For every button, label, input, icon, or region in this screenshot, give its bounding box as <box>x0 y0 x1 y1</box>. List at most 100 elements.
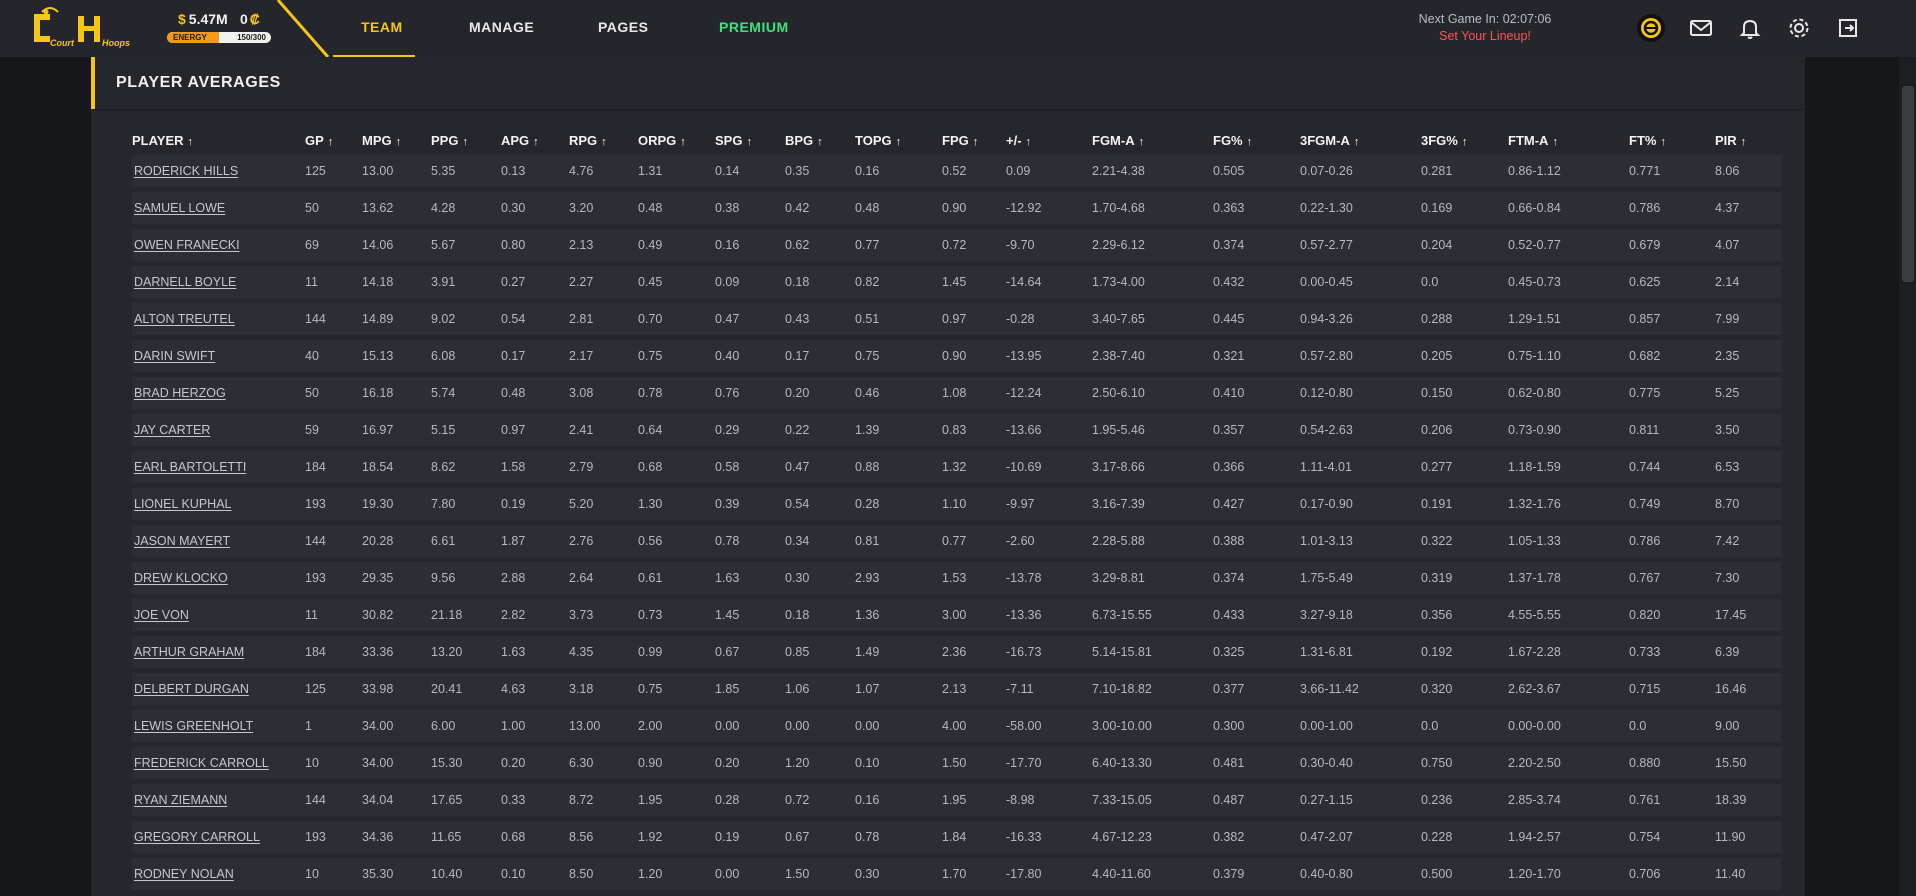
player-link[interactable]: SAMUEL LOWE <box>134 201 225 215</box>
stat-cell: 0.58 <box>715 451 785 483</box>
stat-cell: 0.679 <box>1629 229 1715 261</box>
nav-premium[interactable]: PREMIUM <box>719 0 789 57</box>
stat-cell: 0.00-1.00 <box>1300 710 1421 742</box>
stat-cell: 6.40-13.30 <box>1092 747 1213 779</box>
court-hoops-logo[interactable]: Court Hoops <box>28 6 136 50</box>
stat-cell: 2.14 <box>1715 266 1782 298</box>
column-header-rpg[interactable]: RPG ↑ <box>569 130 638 150</box>
brand-area: Court Hoops $5.47M 0 ₡ ENERGY 150/300 <box>0 0 330 57</box>
column-header-3fg[interactable]: 3FG% ↑ <box>1421 130 1508 150</box>
player-link[interactable]: RODNEY NOLAN <box>134 867 234 881</box>
column-header-label: PLAYER <box>132 132 184 148</box>
stat-cell: 0.99 <box>638 636 715 668</box>
column-header-spg[interactable]: SPG ↑ <box>715 130 785 150</box>
stat-cell: 33.98 <box>362 673 431 705</box>
stat-cell: -0.28 <box>1006 303 1092 335</box>
column-header-fgm-a[interactable]: FGM-A ↑ <box>1092 130 1213 150</box>
svg-text:Court: Court <box>50 38 75 48</box>
player-link[interactable]: JAY CARTER <box>134 423 210 437</box>
stat-cell: 0.54 <box>501 303 569 335</box>
mail-icon[interactable] <box>1686 13 1716 43</box>
column-header-ppg[interactable]: PPG ↑ <box>431 130 501 150</box>
player-link[interactable]: JASON MAYERT <box>134 534 230 548</box>
column-header-ftm-a[interactable]: FTM-A ↑ <box>1508 130 1629 150</box>
player-link[interactable]: ALTON TREUTEL <box>134 312 235 326</box>
player-link[interactable]: LIONEL KUPHAL <box>134 497 232 511</box>
stat-cell: 1.05-1.33 <box>1508 525 1629 557</box>
panel-header: PLAYER AVERAGES <box>91 57 1805 110</box>
stat-cell: 0.07-0.26 <box>1300 155 1421 187</box>
player-link[interactable]: DARIN SWIFT <box>134 349 215 363</box>
stat-cell: 8.70 <box>1715 488 1782 520</box>
stat-cell: 34.00 <box>362 747 431 779</box>
set-lineup-link[interactable]: Set Your Lineup! <box>1400 29 1570 43</box>
column-header-player[interactable]: PLAYER ↑ <box>132 130 305 150</box>
stat-cell: -14.64 <box>1006 266 1092 298</box>
player-link[interactable]: RODERICK HILLS <box>134 164 238 178</box>
player-name-cell: JOE VON <box>132 599 305 631</box>
stat-cell: 11 <box>305 266 362 298</box>
stat-cell: 5.67 <box>431 229 501 261</box>
player-link[interactable]: RYAN ZIEMANN <box>134 793 227 807</box>
stat-cell: 3.91 <box>431 266 501 298</box>
player-link[interactable]: DARNELL BOYLE <box>134 275 236 289</box>
stat-cell: 11.90 <box>1715 821 1782 853</box>
stat-cell: 0.17 <box>501 340 569 372</box>
stat-cell: 10 <box>305 747 362 779</box>
stat-cell: 0.706 <box>1629 858 1715 890</box>
player-link[interactable]: DELBERT DURGAN <box>134 682 249 696</box>
column-header-[interactable]: +/- ↑ <box>1006 130 1092 150</box>
stat-cell: 0.39 <box>715 488 785 520</box>
player-link[interactable]: FREDERICK CARROLL <box>134 756 269 770</box>
column-header-fg[interactable]: FG% ↑ <box>1213 130 1300 150</box>
stat-cell: 9.00 <box>1715 710 1782 742</box>
coin-avatar-icon[interactable] <box>1636 13 1666 43</box>
column-header-gp[interactable]: GP ↑ <box>305 130 362 150</box>
nav-manage[interactable]: MANAGE <box>469 0 534 86</box>
column-header-label: RPG <box>569 132 598 148</box>
column-header-fpg[interactable]: FPG ↑ <box>942 130 1006 150</box>
player-link[interactable]: JOE VON <box>134 608 189 622</box>
stat-cell: 14.18 <box>362 266 431 298</box>
player-name-cell: JASON MAYERT <box>132 525 305 557</box>
column-header-label: 3FGM-A <box>1300 132 1350 148</box>
player-link[interactable]: ARTHUR GRAHAM <box>134 645 244 659</box>
stat-cell: 0.10 <box>501 858 569 890</box>
column-header-mpg[interactable]: MPG ↑ <box>362 130 431 150</box>
column-header-ft[interactable]: FT% ↑ <box>1629 130 1715 150</box>
stat-cell: 8.50 <box>569 858 638 890</box>
logout-icon[interactable] <box>1833 13 1863 43</box>
stat-cell: 1.01-3.13 <box>1300 525 1421 557</box>
stat-cell: 0.81 <box>855 525 942 557</box>
nav-team[interactable]: TEAM <box>333 0 415 86</box>
stat-cell: 0.761 <box>1629 784 1715 816</box>
player-link[interactable]: GREGORY CARROLL <box>134 830 260 844</box>
nav-pages[interactable]: PAGES <box>598 0 648 86</box>
player-link[interactable]: DREW KLOCKO <box>134 571 228 585</box>
stat-cell: 0.85 <box>785 636 855 668</box>
table-row: FREDERICK CARROLL 10 34.00 15.30 0.20 6.30 0.9… <box>132 747 1782 779</box>
column-header-3fgm-a[interactable]: 3FGM-A ↑ <box>1300 130 1421 150</box>
column-header-pir[interactable]: PIR ↑ <box>1715 130 1782 150</box>
player-link[interactable]: LEWIS GREENHOLT <box>134 719 253 733</box>
player-link[interactable]: EARL BARTOLETTI <box>134 460 246 474</box>
stat-cell: 7.42 <box>1715 525 1782 557</box>
stat-cell: 3.00 <box>942 599 1006 631</box>
stat-cell: 0.228 <box>1421 821 1508 853</box>
column-header-orpg[interactable]: ORPG ↑ <box>638 130 715 150</box>
column-header-apg[interactable]: APG ↑ <box>501 130 569 150</box>
gear-icon[interactable] <box>1784 13 1814 43</box>
column-header-bpg[interactable]: BPG ↑ <box>785 130 855 150</box>
column-header-topg[interactable]: TOPG ↑ <box>855 130 942 150</box>
bell-icon[interactable] <box>1735 13 1765 43</box>
player-link[interactable]: OWEN FRANECKI <box>134 238 240 252</box>
stat-cell: 0.49 <box>638 229 715 261</box>
stat-cell: 0.192 <box>1421 636 1508 668</box>
stat-cell: -17.80 <box>1006 858 1092 890</box>
stat-cell: 0.94-3.26 <box>1300 303 1421 335</box>
stat-cell: 14.89 <box>362 303 431 335</box>
stat-cell: 0.57-2.77 <box>1300 229 1421 261</box>
scrollbar-thumb[interactable] <box>1902 86 1914 282</box>
stat-cell: 2.76 <box>569 525 638 557</box>
player-link[interactable]: BRAD HERZOG <box>134 386 226 400</box>
